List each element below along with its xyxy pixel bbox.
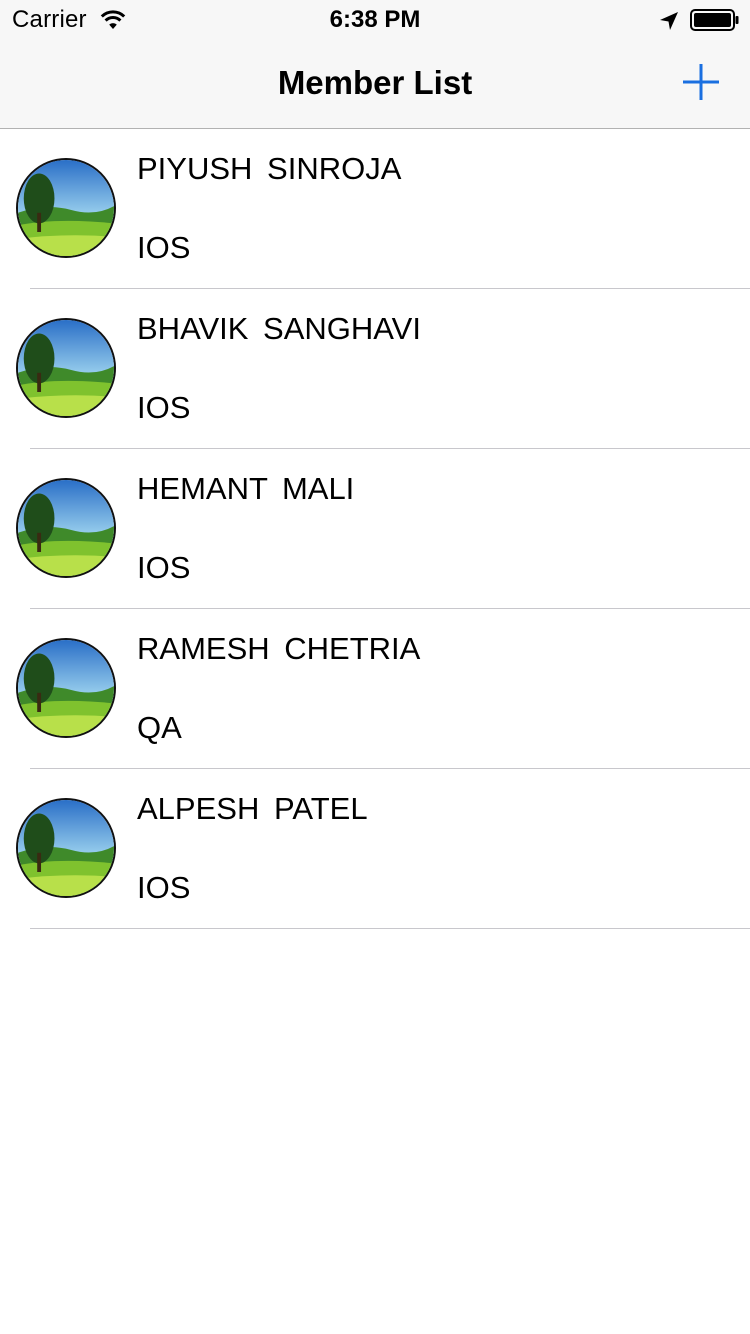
member-row[interactable]: ALPESH PATEL IOS xyxy=(0,769,750,929)
status-bar: Carrier 6:38 PM xyxy=(0,0,750,40)
member-role: IOS xyxy=(137,390,191,425)
member-list: PIYUSH SINROJA IOS BHAVIK SANGHAVI IOS H… xyxy=(0,129,750,929)
member-name: BHAVIK SANGHAVI xyxy=(137,311,421,346)
member-name: HEMANT MALI xyxy=(137,471,355,506)
member-role: IOS xyxy=(137,230,191,265)
member-role: IOS xyxy=(137,550,191,585)
member-row[interactable]: PIYUSH SINROJA IOS xyxy=(0,129,750,289)
member-row[interactable]: BHAVIK SANGHAVI IOS xyxy=(0,289,750,449)
member-name: ALPESH PATEL xyxy=(137,791,368,826)
avatar xyxy=(16,638,116,738)
avatar xyxy=(16,798,116,898)
member-role: IOS xyxy=(137,870,191,905)
avatar xyxy=(16,318,116,418)
navigation-bar: Member List xyxy=(0,40,750,129)
location-arrow-icon xyxy=(658,10,680,32)
member-row[interactable]: HEMANT MALI IOS xyxy=(0,449,750,609)
avatar xyxy=(16,158,116,258)
member-name: RAMESH CHETRIA xyxy=(137,631,421,666)
avatar xyxy=(16,478,116,578)
page-title: Member List xyxy=(277,64,473,101)
member-role: QA xyxy=(137,710,182,745)
add-member-button[interactable] xyxy=(676,58,726,108)
battery-icon xyxy=(690,9,740,31)
status-time: 6:38 PM xyxy=(329,6,421,33)
member-row[interactable]: RAMESH CHETRIA QA xyxy=(0,609,750,769)
member-name: PIYUSH SINROJA xyxy=(137,151,402,186)
plus-icon xyxy=(683,64,719,100)
